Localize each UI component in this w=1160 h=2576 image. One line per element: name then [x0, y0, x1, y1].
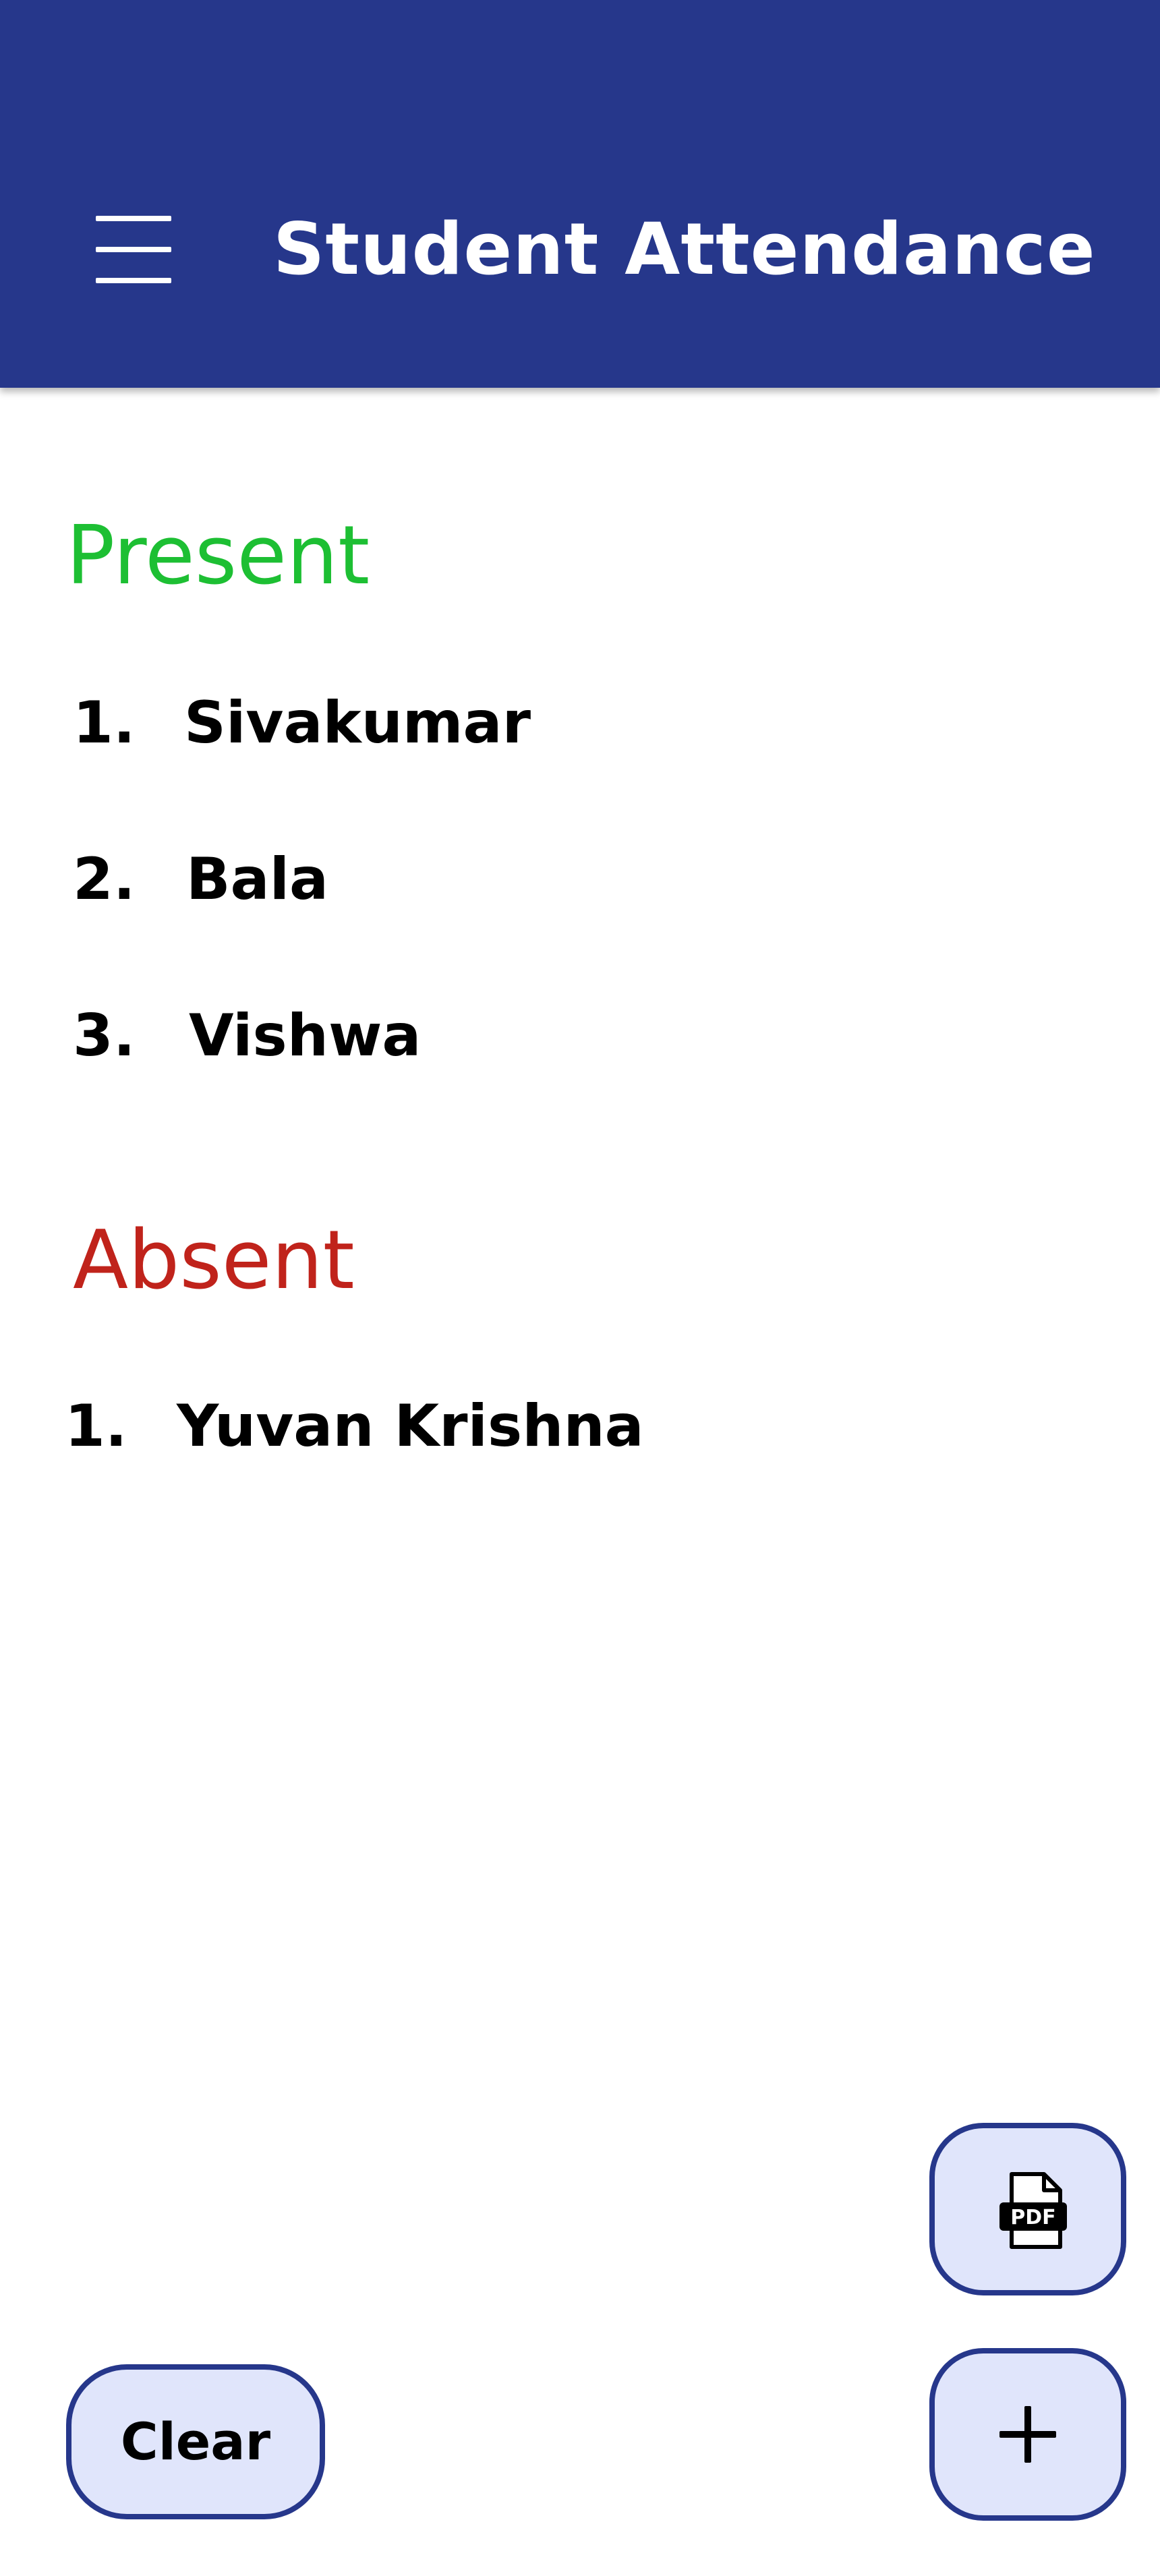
present-list-item: 3. Vishwa [73, 992, 545, 1080]
menu-line-middle [96, 247, 171, 252]
hamburger-menu-icon[interactable] [81, 202, 185, 297]
pdf-icon-label: PDF [1010, 2206, 1055, 2229]
student-name: Vishwa [189, 1002, 422, 1070]
list-item-number: 1. [73, 689, 136, 757]
present-list-item: 2. Bala [73, 836, 545, 923]
page-title: Student Attendance [273, 208, 1096, 291]
menu-line-top [96, 216, 171, 221]
clear-button[interactable]: Clear [66, 2364, 325, 2519]
student-name: Sivakumar [184, 689, 531, 757]
pdf-file-icon: PDF [999, 2172, 1067, 2249]
student-name: Yuvan Krishna [177, 1393, 644, 1460]
app-bar: Student Attendance [0, 0, 1160, 388]
list-item-number: 3. [73, 1002, 136, 1070]
menu-line-bottom [96, 278, 171, 283]
list-item-number: 2. [73, 846, 136, 913]
student-name: Bala [186, 846, 329, 913]
export-pdf-button[interactable]: PDF [929, 2123, 1126, 2295]
add-student-button[interactable] [929, 2348, 1126, 2521]
list-item-number: 1. [65, 1393, 127, 1460]
absent-list-item: 1. Yuvan Krishna [65, 1382, 672, 1470]
plus-icon [999, 2406, 1056, 2463]
present-list-item: 1. Sivakumar [73, 679, 545, 767]
present-heading: Present [66, 509, 370, 603]
absent-heading: Absent [73, 1214, 355, 1308]
